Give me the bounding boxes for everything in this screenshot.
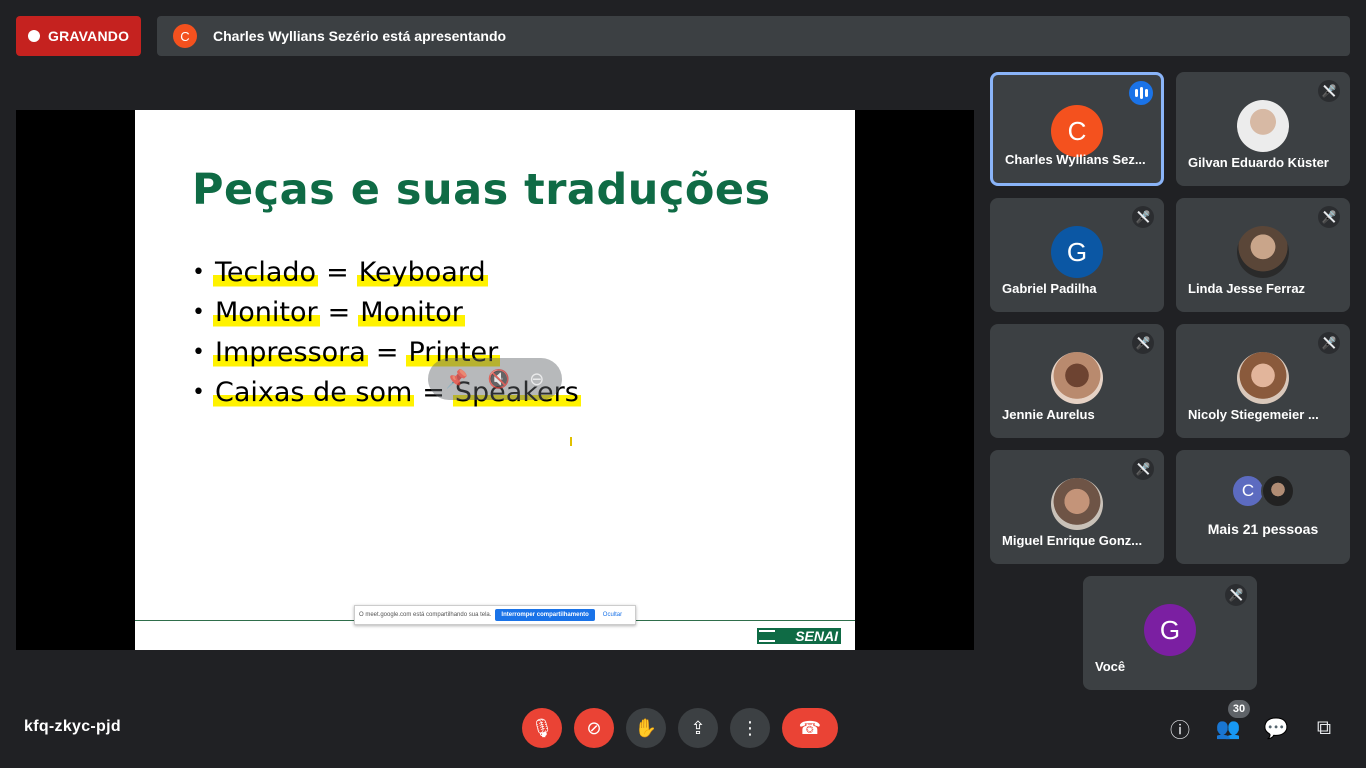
- camera-off-icon: ⊘: [586, 717, 602, 738]
- hand-icon: ✋: [634, 717, 658, 738]
- activities-icon: ⧉: [1316, 716, 1332, 739]
- hang-up-icon: ☎: [798, 717, 822, 738]
- avatar: [1051, 478, 1103, 530]
- avatar: C: [1231, 474, 1265, 508]
- recording-label: GRAVANDO: [48, 28, 130, 44]
- translation: Keyboard: [356, 255, 488, 291]
- avatar: [1261, 474, 1295, 508]
- avatar: [1051, 352, 1103, 404]
- more-options-button[interactable]: ⋮: [730, 708, 770, 748]
- meeting-details-button[interactable]: ⓘ: [1166, 714, 1194, 742]
- term: Caixas de som: [212, 375, 415, 411]
- stop-sharing-button[interactable]: Interromper compartilhamento: [495, 609, 595, 621]
- share-message: O meet.google.com está compartilhando su…: [359, 612, 492, 618]
- more-people-label: Mais 21 pessoas: [1207, 521, 1319, 537]
- avatar: G: [1051, 226, 1103, 278]
- term: Monitor: [212, 295, 320, 331]
- camera-button[interactable]: ⊘: [574, 708, 614, 748]
- list-item: • Monitor = Monitor: [192, 293, 581, 333]
- avatar: [1237, 352, 1289, 404]
- participant-name: Jennie Aurelus: [1002, 407, 1095, 422]
- self-tile[interactable]: 🎤 G Você: [1083, 576, 1257, 690]
- people-count-badge: 30: [1228, 700, 1250, 718]
- hide-button[interactable]: Ocultar: [603, 612, 622, 618]
- microphone-button[interactable]: 🎙: [522, 708, 562, 748]
- more-vert-icon: ⋮: [741, 717, 759, 738]
- participant-name: Você: [1095, 659, 1126, 674]
- term: Teclado: [212, 255, 319, 291]
- presenter-avatar: C: [173, 24, 197, 48]
- participant-name: Linda Jesse Ferraz: [1188, 281, 1306, 296]
- slide-title: Peças e suas traduções: [192, 165, 771, 215]
- recording-indicator[interactable]: GRAVANDO: [16, 16, 141, 56]
- participant-name: Nicoly Stiegemeier ...: [1188, 407, 1319, 422]
- activities-button[interactable]: ⧉: [1310, 714, 1338, 742]
- avatar: C: [1051, 105, 1103, 157]
- presenting-text: Charles Wyllians Sezério está apresentan…: [213, 28, 507, 44]
- people-button[interactable]: 👥: [1214, 714, 1242, 742]
- avatar: G: [1144, 604, 1196, 656]
- mic-off-icon: 🎤: [1132, 332, 1154, 354]
- participant-tile[interactable]: 🎤 Linda Jesse Ferraz: [1176, 198, 1350, 312]
- pin-icon[interactable]: 📌: [446, 369, 468, 390]
- mic-off-icon: 🎤: [1318, 332, 1340, 354]
- participant-tile[interactable]: 🎤 G Gabriel Padilha: [990, 198, 1164, 312]
- leave-call-button[interactable]: ☎: [782, 708, 838, 748]
- meeting-code: kfq-zkyc-pjd: [24, 718, 121, 735]
- people-icon: 👥: [1215, 717, 1241, 740]
- participant-tile[interactable]: C Charles Wyllians Sez...: [990, 72, 1164, 186]
- text-cursor: [570, 437, 572, 446]
- participant-tile[interactable]: 🎤 Jennie Aurelus: [990, 324, 1164, 438]
- term: Impressora: [212, 335, 368, 371]
- mic-off-icon: 🎤: [1318, 206, 1340, 228]
- chat-button[interactable]: 💬: [1262, 714, 1290, 742]
- list-item: • Teclado = Keyboard: [192, 253, 581, 293]
- chat-icon: 💬: [1263, 717, 1289, 740]
- mute-icon[interactable]: 🔇: [487, 369, 509, 390]
- senai-logo: SENAI: [757, 628, 841, 644]
- avatar: [1237, 100, 1289, 152]
- mic-off-icon: 🎤: [1318, 80, 1340, 102]
- presenting-banner: C Charles Wyllians Sezério está apresent…: [157, 16, 1350, 56]
- participant-name: Miguel Enrique Gonz...: [1002, 533, 1143, 548]
- translation: Monitor: [358, 295, 465, 331]
- participant-tile[interactable]: 🎤 Miguel Enrique Gonz...: [990, 450, 1164, 564]
- present-button[interactable]: ⇪: [678, 708, 718, 748]
- share-notification-bar: O meet.google.com está compartilhando su…: [354, 605, 636, 625]
- raise-hand-button[interactable]: ✋: [626, 708, 666, 748]
- participant-tile[interactable]: 🎤 Gilvan Eduardo Küster: [1176, 72, 1350, 186]
- participant-tile[interactable]: 🎤 Nicoly Stiegemeier ...: [1176, 324, 1350, 438]
- speaking-icon: [1129, 81, 1153, 105]
- more-people-tile[interactable]: C Mais 21 pessoas: [1176, 450, 1350, 564]
- tile-hover-controls: 📌 🔇 ⊖: [428, 358, 562, 400]
- participant-name: Gilvan Eduardo Küster: [1188, 155, 1329, 170]
- participant-name: Charles Wyllians Sez...: [1005, 152, 1146, 167]
- remove-icon[interactable]: ⊖: [529, 369, 544, 390]
- mic-off-icon: 🎤: [1132, 458, 1154, 480]
- present-screen-icon: ⇪: [690, 717, 706, 738]
- info-icon: ⓘ: [1170, 719, 1190, 742]
- avatar: [1237, 226, 1289, 278]
- recording-dot-icon: [28, 30, 40, 42]
- participant-name: Gabriel Padilha: [1002, 281, 1097, 296]
- more-people-avatars: C: [1231, 474, 1295, 508]
- mic-off-icon: 🎙: [530, 717, 554, 738]
- mic-off-icon: 🎤: [1132, 206, 1154, 228]
- mic-off-icon: 🎤: [1225, 584, 1247, 606]
